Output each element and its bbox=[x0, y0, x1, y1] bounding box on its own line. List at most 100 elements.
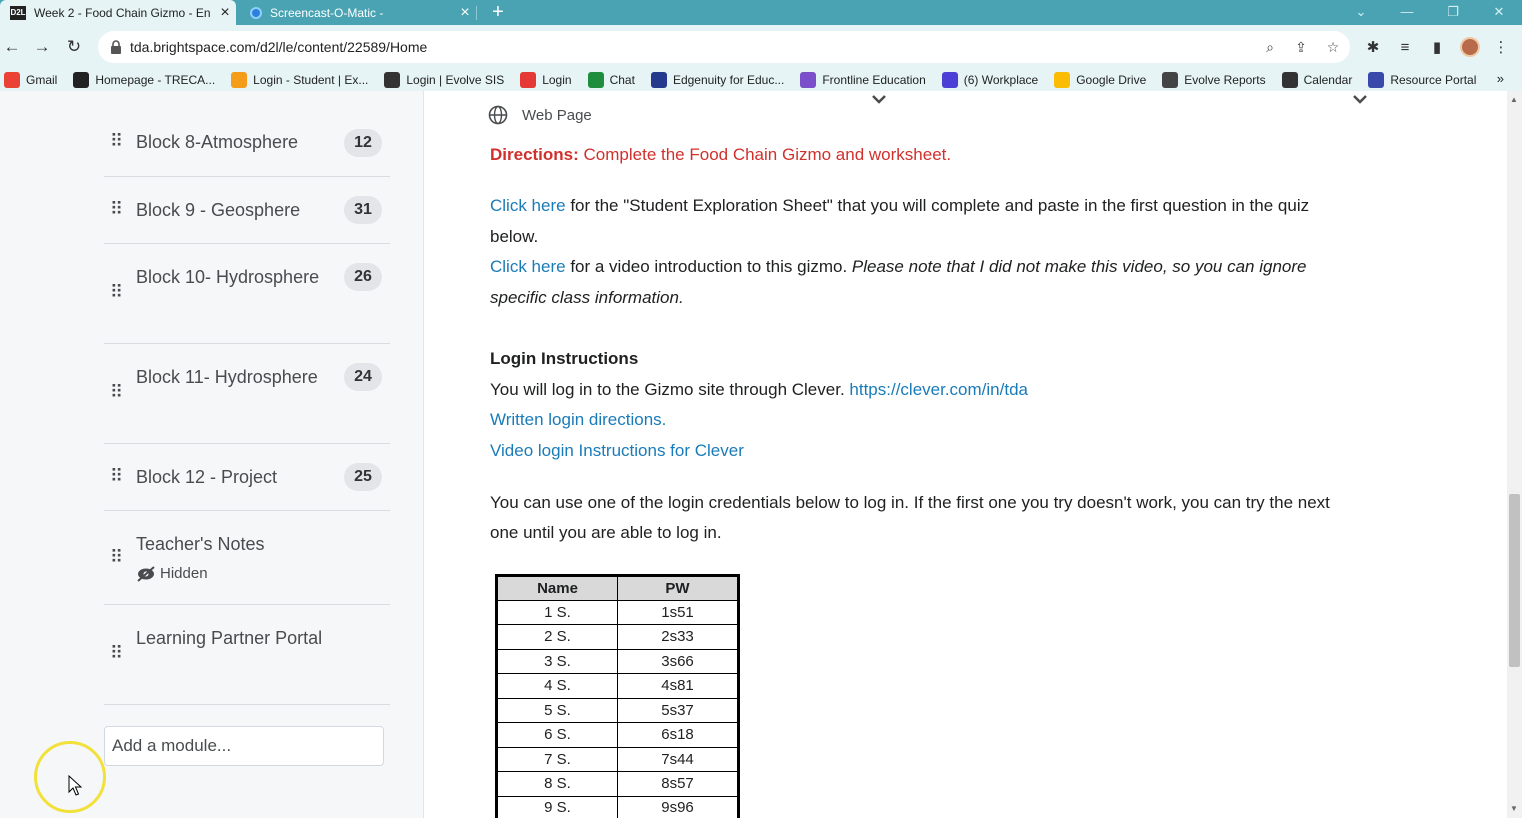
back-icon[interactable]: ← bbox=[0, 35, 24, 59]
bookmark-star-icon[interactable]: ☆ bbox=[1323, 37, 1343, 57]
bookmark-item[interactable]: Edgenuity for Educ... bbox=[650, 72, 784, 88]
bookmark-item[interactable]: (6) Workplace bbox=[941, 72, 1038, 88]
table-row: 1 S. 1s51 bbox=[496, 599, 739, 625]
drag-handle-icon[interactable]: ⠿ bbox=[110, 132, 123, 150]
bookmark-favicon-icon bbox=[73, 72, 90, 88]
tab-search-icon[interactable]: ⌄ bbox=[1338, 0, 1384, 25]
module-title: Teacher's Notes bbox=[136, 534, 265, 554]
media-control-icon[interactable]: ≡ bbox=[1394, 37, 1416, 59]
table-row: 9 S. 9s96 bbox=[496, 795, 739, 818]
reload-icon[interactable]: ↻ bbox=[62, 35, 86, 59]
login-heading: Login Instructions bbox=[490, 349, 639, 368]
clever-url-link[interactable]: https://clever.com/in/tda bbox=[849, 380, 1028, 399]
extensions-icon[interactable]: ✱ bbox=[1362, 37, 1384, 59]
directions-label: Directions: bbox=[490, 145, 579, 164]
video-note-cont: specific class information. bbox=[490, 288, 684, 307]
bookmark-item[interactable]: Login bbox=[520, 72, 572, 88]
bookmark-favicon-icon bbox=[520, 72, 537, 88]
restore-icon[interactable]: ❐ bbox=[1430, 0, 1476, 25]
forward-icon[interactable]: → bbox=[30, 35, 54, 59]
module-sidebar: ⠿ Block 8-Atmosphere 12 ⠿ Block 9 - Geos… bbox=[0, 91, 424, 818]
menu-kebab-icon[interactable]: ⋮ bbox=[1490, 37, 1512, 59]
module-block-8[interactable]: ⠿ Block 8-Atmosphere 12 bbox=[104, 91, 390, 177]
chevron-down-icon[interactable] bbox=[1352, 93, 1368, 105]
directions-text: Complete the Food Chain Gizmo and worksh… bbox=[578, 145, 952, 164]
profile-avatar[interactable] bbox=[1460, 37, 1480, 57]
bookmark-favicon-icon bbox=[384, 72, 401, 88]
drag-handle-icon[interactable]: ⠿ bbox=[110, 548, 123, 566]
video-login-link[interactable]: Video login Instructions for Clever bbox=[490, 436, 744, 466]
module-title: Block 9 - Geosphere bbox=[136, 200, 301, 220]
table-row: 2 S. 2s33 bbox=[496, 624, 739, 650]
cell-name: 3 S. bbox=[496, 648, 618, 674]
scrollbar-thumb[interactable] bbox=[1509, 494, 1520, 667]
url-text: tda.brightspace.com/d2l/le/content/22589… bbox=[130, 39, 428, 55]
module-title: Block 11- Hydrosphere bbox=[136, 367, 318, 387]
page-scrollbar[interactable]: ▲ ▼ bbox=[1507, 91, 1522, 818]
scroll-down-icon[interactable]: ▼ bbox=[1510, 804, 1518, 813]
bookmark-favicon-icon bbox=[587, 72, 604, 88]
zoom-icon[interactable]: ⌕ bbox=[1260, 37, 1280, 57]
worksheet-line-cont: below. bbox=[490, 227, 539, 246]
table-row: 3 S. 3s66 bbox=[496, 648, 739, 674]
drag-handle-icon[interactable]: ⠿ bbox=[110, 467, 123, 485]
table-row: 4 S. 4s81 bbox=[496, 673, 739, 699]
bookmark-item[interactable]: Login - Student | Ex... bbox=[231, 72, 368, 88]
add-module-input[interactable]: Add a module... bbox=[104, 726, 384, 766]
drag-handle-icon[interactable]: ⠿ bbox=[110, 200, 123, 218]
bookmark-label: Google Drive bbox=[1076, 73, 1147, 87]
bookmark-item[interactable]: Google Drive bbox=[1054, 72, 1146, 88]
bookmark-item[interactable]: Resource Portal bbox=[1368, 72, 1476, 88]
tab-close-icon[interactable]: × bbox=[454, 4, 476, 22]
module-block-12[interactable]: ⠿ Block 12 - Project 25 bbox=[104, 444, 390, 511]
close-window-icon[interactable]: ✕ bbox=[1476, 0, 1522, 25]
scroll-up-icon[interactable]: ▲ bbox=[1510, 95, 1518, 104]
login-line: You will log in to the Gizmo site throug… bbox=[490, 375, 1028, 405]
table-header-row: Name PW bbox=[496, 575, 739, 601]
drag-handle-icon[interactable]: ⠿ bbox=[110, 383, 123, 401]
cell-pw: 5s37 bbox=[617, 697, 739, 723]
bookmark-item[interactable]: Login | Evolve SIS bbox=[384, 72, 504, 88]
bookmark-label: Evolve Reports bbox=[1184, 73, 1266, 87]
header-pw: PW bbox=[617, 575, 739, 601]
share-icon[interactable]: ⇪ bbox=[1291, 37, 1311, 57]
cell-pw: 7s44 bbox=[617, 746, 739, 772]
module-title: Block 10- Hydrosphere bbox=[136, 267, 320, 287]
module-teachers-notes[interactable]: ⠿ Teacher's Notes Hidden bbox=[104, 511, 390, 605]
tab-screencast-o-matic[interactable]: Screencast-O-Matic - × bbox=[240, 0, 476, 25]
cell-name: 6 S. bbox=[496, 722, 618, 748]
module-block-11[interactable]: ⠿ Block 11- Hydrosphere 24 bbox=[104, 344, 390, 444]
new-tab-button[interactable]: + bbox=[486, 0, 510, 25]
module-learning-partner-portal[interactable]: ⠿ Learning Partner Portal bbox=[104, 605, 390, 705]
cell-pw: 6s18 bbox=[617, 722, 739, 748]
module-block-9[interactable]: ⠿ Block 9 - Geosphere 31 bbox=[104, 177, 390, 244]
bookmark-item[interactable]: Gmail bbox=[4, 72, 57, 88]
bookmark-item[interactable]: Chat bbox=[587, 72, 635, 88]
cell-pw: 8s57 bbox=[617, 771, 739, 797]
tab-food-chain-gizmo[interactable]: D2L Week 2 - Food Chain Gizmo - En × bbox=[0, 0, 236, 25]
cell-pw: 9s96 bbox=[617, 795, 739, 818]
worksheet-link[interactable]: Click here bbox=[490, 196, 566, 215]
tab-close-icon[interactable]: × bbox=[214, 4, 236, 22]
bookmark-label: Login - Student | Ex... bbox=[253, 73, 369, 87]
chevron-down-icon[interactable] bbox=[871, 93, 887, 105]
tab-separator bbox=[476, 6, 477, 20]
cell-name: 8 S. bbox=[496, 771, 618, 797]
side-panel-icon[interactable]: ▮ bbox=[1426, 37, 1448, 59]
more-bookmarks-icon[interactable]: » bbox=[1497, 71, 1504, 86]
header-name: Name bbox=[496, 575, 618, 601]
minimize-icon[interactable]: — bbox=[1384, 0, 1430, 25]
written-directions-link[interactable]: Written login directions. bbox=[490, 405, 666, 435]
window-controls: ⌄ — ❐ ✕ bbox=[1338, 0, 1522, 25]
address-bar[interactable]: tda.brightspace.com/d2l/le/content/22589… bbox=[98, 31, 1350, 63]
video-intro-link[interactable]: Click here bbox=[490, 257, 566, 276]
bookmark-item[interactable]: Frontline Education bbox=[800, 72, 926, 88]
bookmark-favicon-icon bbox=[941, 72, 958, 88]
bookmark-item[interactable]: Evolve Reports bbox=[1162, 72, 1266, 88]
module-block-10[interactable]: ⠿ Block 10- Hydrosphere 26 bbox=[104, 244, 390, 344]
bookmark-item[interactable]: Calendar bbox=[1281, 72, 1352, 88]
drag-handle-icon[interactable]: ⠿ bbox=[110, 644, 123, 662]
bookmark-label: Homepage - TRECA... bbox=[95, 73, 216, 87]
bookmark-item[interactable]: Homepage - TRECA... bbox=[73, 72, 215, 88]
drag-handle-icon[interactable]: ⠿ bbox=[110, 283, 123, 301]
